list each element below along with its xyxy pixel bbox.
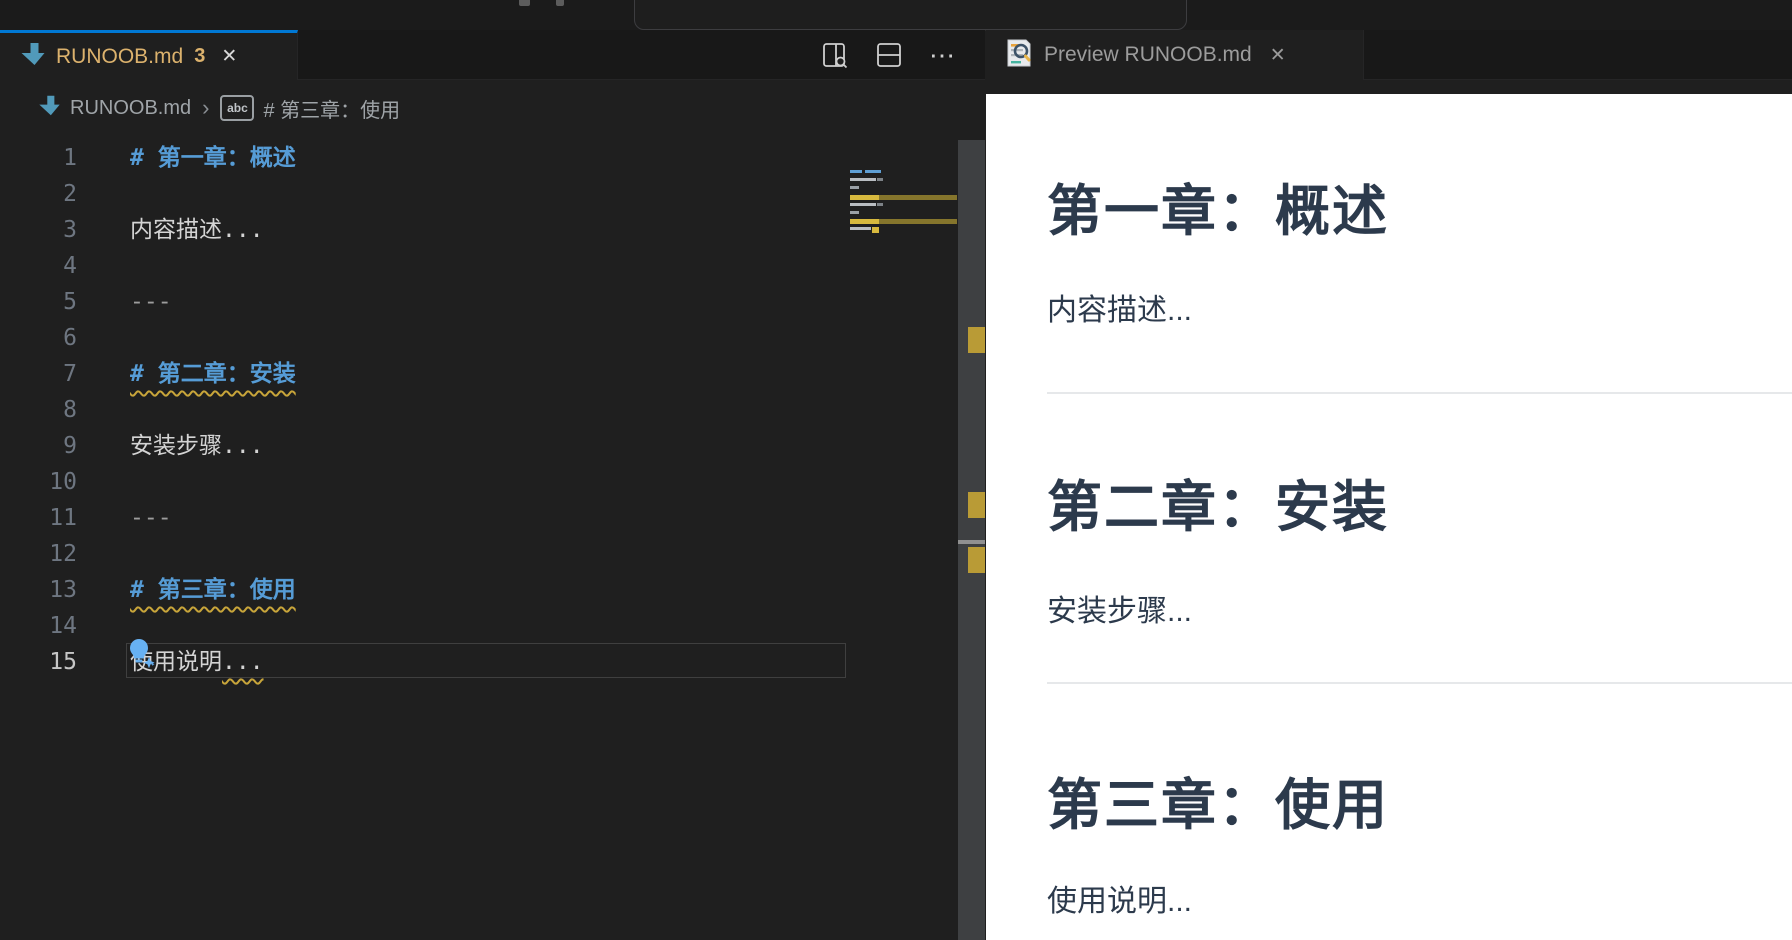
close-icon[interactable]: ✕ <box>221 45 237 68</box>
editor-line[interactable]: 8 <box>0 392 844 428</box>
breadcrumb: RUNOOB.md › abc # 第三章：使用 <box>0 80 400 136</box>
preview-heading: 第三章：使用 <box>1047 774 1390 836</box>
editor-line[interactable]: 10 <box>0 464 844 500</box>
minimap-line <box>850 186 859 189</box>
preview-divider <box>1047 392 1792 394</box>
line-number: 14 <box>49 613 77 639</box>
more-actions-icon[interactable]: ⋯ <box>929 41 957 69</box>
line-number: 7 <box>63 361 77 387</box>
ruler-warning-mark <box>968 547 985 573</box>
ruler-warning-mark <box>968 492 985 518</box>
editor-line[interactable]: 9 安装步骤... <box>0 428 844 464</box>
editor-line[interactable]: 4 <box>0 248 844 284</box>
markdown-file-icon <box>38 94 61 123</box>
editor-line[interactable]: 13 # 第三章：使用 <box>0 572 844 608</box>
minimap-line <box>850 203 876 206</box>
minimap[interactable] <box>849 135 958 245</box>
tab-bar-preview: Preview RUNOOB.md ✕ <box>986 30 1792 80</box>
minimap-line <box>850 170 862 173</box>
abc-symbol-icon: abc <box>220 95 255 121</box>
vertical-scrollbar[interactable] <box>958 140 985 940</box>
ruler-cursor-mark <box>958 540 985 544</box>
preview-paragraph: 内容描述... <box>1047 294 1193 327</box>
preview-heading: 第一章：概述 <box>1047 180 1390 242</box>
line-number: 8 <box>63 397 77 423</box>
close-icon[interactable]: ✕ <box>1270 44 1286 67</box>
tab-preview-runoob-md[interactable]: Preview RUNOOB.md ✕ <box>986 30 1364 80</box>
editor-line[interactable]: 12 <box>0 536 844 572</box>
tab-label: Preview RUNOOB.md <box>1044 43 1252 66</box>
line-number: 1 <box>63 145 77 171</box>
editor-line[interactable]: 6 <box>0 320 844 356</box>
minimap-line <box>850 211 859 214</box>
preview-paragraph: 使用说明... <box>1047 885 1193 918</box>
lightbulb-sparkle-icon[interactable] <box>127 637 157 669</box>
ruler-warning-mark <box>968 327 985 353</box>
breadcrumb-symbol[interactable]: # 第三章：使用 <box>263 94 400 123</box>
editor-actions: ⋯ <box>821 30 957 80</box>
editor-line[interactable]: 2 <box>0 176 844 212</box>
line-number: 15 <box>49 649 77 675</box>
markdown-preview-content[interactable]: 第一章：概述内容描述... 第二章：安装安装步骤... 第三章：使用使用说明... <box>986 94 1792 940</box>
minimap-line <box>850 219 879 224</box>
line-number: 5 <box>63 289 77 315</box>
tab-warning-badge: 3 <box>194 45 206 67</box>
line-content: 内容描述... <box>130 217 264 243</box>
breadcrumb-file[interactable]: RUNOOB.md <box>70 97 191 120</box>
minimap-line <box>850 195 879 200</box>
line-content: --- <box>130 505 172 531</box>
line-content: # 第三章：使用 <box>130 577 296 603</box>
minimap-line <box>850 178 876 181</box>
title-bar <box>0 0 1792 31</box>
editor-group-left: RUNOOB.md 3 ✕ ⋯ RUNOOB.md › abc # 第三章：使用… <box>0 30 985 940</box>
minimap-line <box>879 219 957 224</box>
minimap-line <box>879 195 957 200</box>
line-number: 9 <box>63 433 77 459</box>
minimap-line <box>877 203 883 206</box>
markdown-file-icon <box>20 41 46 72</box>
preview-top-strip <box>986 80 1792 94</box>
split-editor-icon[interactable] <box>875 41 903 69</box>
line-number: 13 <box>49 577 77 603</box>
line-content: # 第一章：概述 <box>130 145 296 171</box>
tab-runoob-md[interactable]: RUNOOB.md 3 ✕ <box>0 30 298 80</box>
editor-group-preview: Preview RUNOOB.md ✕ 第一章：概述内容描述... 第二章：安装安… <box>986 30 1792 940</box>
titlebar-icon-fragment <box>556 0 564 6</box>
titlebar-icon-fragment <box>519 0 530 6</box>
line-number: 10 <box>49 469 77 495</box>
line-content: 安装步骤... <box>130 433 264 459</box>
tab-bar-left: RUNOOB.md 3 ✕ ⋯ <box>0 30 985 80</box>
preview-heading: 第二章：安装 <box>1047 476 1390 538</box>
minimap-line <box>850 227 871 230</box>
line-number: 2 <box>63 181 77 207</box>
editor-line[interactable]: 3 内容描述... <box>0 212 844 248</box>
preview-side-icon[interactable] <box>821 41 849 69</box>
editor-line[interactable]: 7 # 第二章：安装 <box>0 356 844 392</box>
command-center-box[interactable] <box>634 0 1187 30</box>
minimap-line <box>877 178 883 181</box>
editor-line[interactable]: 1 # 第一章：概述 <box>0 140 844 176</box>
editor-line[interactable]: 5 --- <box>0 284 844 320</box>
tab-label: RUNOOB.md <box>56 44 184 68</box>
minimap-line <box>865 170 881 173</box>
editor-line[interactable]: 11 --- <box>0 500 844 536</box>
line-content: --- <box>130 289 172 315</box>
preview-divider <box>1047 682 1792 684</box>
markdown-preview-icon <box>1006 38 1032 73</box>
breadcrumb-separator: › <box>202 95 210 120</box>
line-number: 11 <box>49 505 77 531</box>
line-number: 6 <box>63 325 77 351</box>
line-number: 12 <box>49 541 77 567</box>
minimap-line <box>872 227 879 233</box>
preview-paragraph: 安装步骤... <box>1047 595 1193 628</box>
line-content: # 第二章：安装 <box>130 361 296 387</box>
line-number: 3 <box>63 217 77 243</box>
line-number: 4 <box>63 253 77 279</box>
